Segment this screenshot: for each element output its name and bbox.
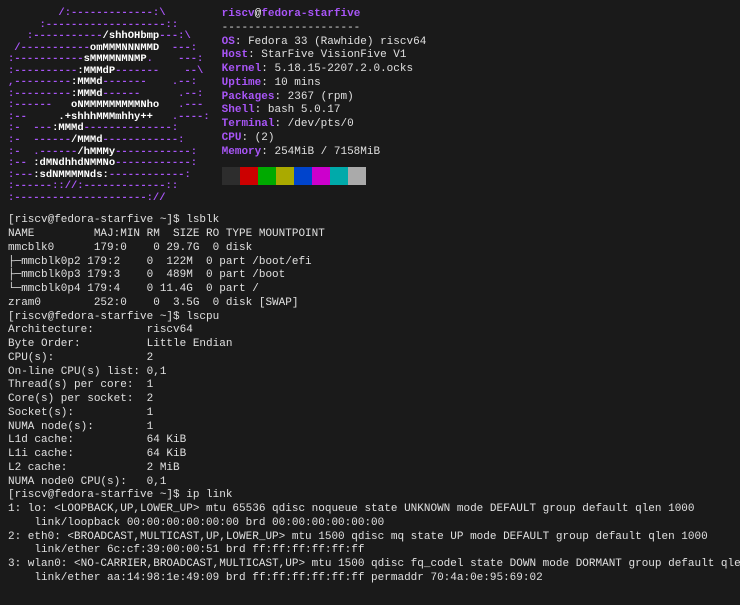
info-key: Shell — [222, 104, 255, 116]
hostname: fedora-starfive — [261, 8, 360, 20]
info-row: Memory: 254MiB / 7158MiB — [222, 146, 427, 160]
info-key: CPU — [222, 132, 242, 144]
info-value: bash 5.0.17 — [268, 104, 341, 116]
color-swatch — [240, 167, 258, 185]
color-swatch — [348, 167, 366, 185]
user-host-line: riscv@fedora-starfive — [222, 8, 427, 22]
info-row: Kernel: 5.18.15-2207.2.0.ocks — [222, 63, 427, 77]
info-value: /dev/pts/0 — [288, 118, 354, 130]
color-swatch — [294, 167, 312, 185]
info-value: (2) — [255, 132, 275, 144]
info-key: Memory — [222, 146, 262, 158]
info-row: OS: Fedora 33 (Rawhide) riscv64 — [222, 36, 427, 50]
color-palette — [222, 167, 427, 185]
info-row: Uptime: 10 mins — [222, 77, 427, 91]
info-row: Host: StarFive VisionFive V1 — [222, 49, 427, 63]
info-key: Packages — [222, 91, 275, 103]
username: riscv — [222, 8, 255, 20]
info-value: StarFive VisionFive V1 — [261, 49, 406, 61]
info-value: Fedora 33 (Rawhide) riscv64 — [248, 36, 426, 48]
info-key: Terminal — [222, 118, 275, 130]
info-value: 2367 (rpm) — [288, 91, 354, 103]
info-value: 254MiB / 7158MiB — [274, 146, 380, 158]
neofetch-block: /:-------------:\ :-------------------::… — [8, 8, 732, 204]
info-row: Packages: 2367 (rpm) — [222, 91, 427, 105]
info-key: Uptime — [222, 77, 262, 89]
separator-dashes: --------------------- — [222, 22, 427, 36]
info-row: Terminal: /dev/pts/0 — [222, 118, 427, 132]
info-key: OS — [222, 36, 235, 48]
terminal-output: [riscv@fedora-starfive ~]$ lsblk NAME MA… — [8, 214, 732, 585]
system-info: riscv@fedora-starfive ------------------… — [222, 8, 427, 204]
fedora-ascii-logo: /:-------------:\ :-------------------::… — [8, 8, 210, 204]
info-row: CPU: (2) — [222, 132, 427, 146]
color-swatch — [312, 167, 330, 185]
info-value: 5.18.15-2207.2.0.ocks — [274, 63, 413, 75]
color-swatch — [330, 167, 348, 185]
info-value: 10 mins — [274, 77, 320, 89]
color-swatch — [222, 167, 240, 185]
info-key: Kernel — [222, 63, 262, 75]
color-swatch — [258, 167, 276, 185]
info-key: Host — [222, 49, 248, 61]
info-row: Shell: bash 5.0.17 — [222, 104, 427, 118]
color-swatch — [276, 167, 294, 185]
